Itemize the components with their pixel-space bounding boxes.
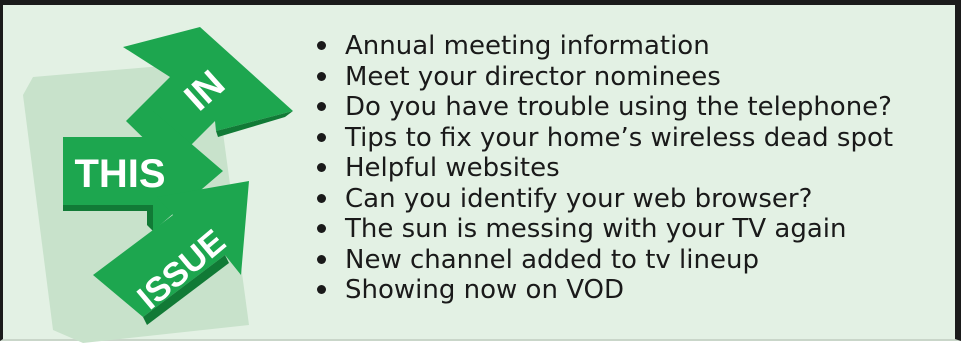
list-item-label: Meet your director nominees [345,61,721,92]
list-item-label: New channel added to tv lineup [345,244,759,275]
list-item-label: Do you have trouble using the telephone? [345,92,892,122]
bullet-icon [317,224,326,233]
bullet-icon [317,71,326,81]
list-item-label: Annual meeting information [345,31,710,61]
in-this-issue-panel: IN THIS ISSUE Annual meeting information… [0,0,961,343]
bullet-icon [317,163,326,172]
list-item: New channel added to tv lineup [315,245,893,276]
list-item: Helpful websites [315,153,893,184]
list-item-label: The sun is messing with your TV again [345,214,847,244]
contents-list: Annual meeting information Meet your dir… [315,31,893,306]
list-item: Showing now on VOD [315,275,893,306]
bullet-icon [317,102,326,111]
list-item-label: Tips to fix your home’s wireless dead sp… [345,122,894,153]
this-label: THIS [74,152,165,196]
list-item-label: Showing now on VOD [345,275,625,305]
bullet-icon [317,41,326,50]
list-item: Meet your director nominees [315,62,893,93]
list-item: Do you have trouble using the telephone? [315,92,893,123]
bullet-icon [317,132,326,142]
list-item: Tips to fix your home’s wireless dead sp… [315,123,893,154]
list-item-label: Can you identify your web browser? [345,183,813,214]
arrows-illustration: IN THIS ISSUE [23,27,293,343]
bullet-icon [317,285,326,294]
list-item: Can you identify your web browser? [315,184,893,215]
bullet-icon [317,254,326,264]
in-this-issue-graphic: IN THIS ISSUE [23,25,313,343]
list-item: The sun is messing with your TV again [315,214,893,245]
list-item-label: Helpful websites [345,153,560,183]
bullet-icon [317,193,326,203]
list-item: Annual meeting information [315,31,893,62]
